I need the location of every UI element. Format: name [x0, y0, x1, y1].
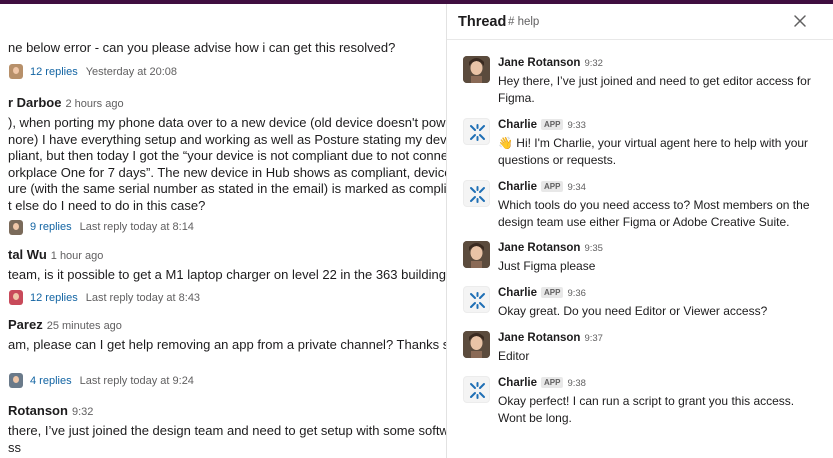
message-header: Rotanson 9:32 [0, 403, 446, 420]
timestamp[interactable]: 9:33 [567, 120, 586, 131]
app-badge: APP [541, 181, 564, 192]
last-reply-time: Last reply today at 8:43 [85, 291, 201, 304]
message-text: 👋 Hi! I'm Charlie, your virtual agent he… [498, 135, 823, 168]
avatar [9, 290, 23, 305]
last-reply-time: Yesterday at 20:08 [85, 65, 178, 78]
message-text: ne below error - can you please advise h… [8, 40, 396, 55]
message-header: Parez 25 minutes ago [0, 317, 446, 334]
message-text: Okay great. Do you need Editor or Viewer… [498, 304, 768, 318]
avatar[interactable] [463, 56, 490, 83]
timestamp[interactable]: 25 minutes ago [47, 320, 122, 332]
message-text: Editor [498, 349, 530, 363]
message-header: r Darboe 2 hours ago [0, 95, 446, 112]
message-header: tal Wu 1 hour ago [0, 247, 446, 264]
timestamp[interactable]: 2 hours ago [65, 98, 123, 110]
thread-channel-link[interactable]: # help [508, 16, 539, 28]
list-item[interactable]: Rotanson 9:32 there, I’ve just joined the… [0, 403, 446, 456]
charlie-logo-icon[interactable] [463, 376, 490, 403]
reply-count-link[interactable]: 12 replies [30, 66, 78, 78]
message-body: Hi! I'm Charlie, your virtual agent here… [498, 136, 809, 167]
app-badge: APP [541, 377, 564, 388]
message-text: Just Figma please [498, 259, 596, 273]
message-text: team, is it possible to get a M1 laptop … [8, 267, 446, 282]
message-text: am, please can I get help removing an ap… [8, 337, 446, 352]
message-text: there, I’ve just joined the design team … [8, 423, 446, 438]
message-text: ss [8, 439, 21, 455]
message-text: t else do I need to do in this case? [8, 197, 206, 213]
message-text: Okay perfect! I can run a script to gran… [498, 394, 795, 425]
thread-replies[interactable]: 4 replies Last reply today at 9:24 [0, 372, 446, 390]
list-item[interactable]: Parez 25 minutes ago am, please can I get… [0, 317, 446, 390]
author-name[interactable]: Jane Rotanson [498, 57, 580, 69]
author-name[interactable]: r Darboe [8, 95, 61, 110]
message-text: Hey there, I’ve just joined and need to … [498, 74, 811, 105]
charlie-logo-icon[interactable] [463, 180, 490, 207]
app-badge: APP [541, 287, 564, 298]
author-name[interactable]: Rotanson [8, 403, 68, 418]
author-name[interactable]: Charlie [498, 377, 537, 389]
author-name[interactable]: Charlie [498, 287, 537, 299]
avatar [9, 219, 23, 235]
thread-replies[interactable]: 9 replies Last reply today at 8:14 [0, 218, 446, 236]
reply-count-link[interactable]: 9 replies [30, 221, 72, 233]
message-text: Which tools do you need access to? Most … [498, 198, 810, 229]
message-text: ure (with the same serial number as stat… [8, 181, 446, 196]
author-name[interactable]: Jane Rotanson [498, 242, 580, 254]
thread-title: Thread [458, 14, 507, 30]
timestamp[interactable]: 9:35 [584, 243, 603, 254]
channel-message-list[interactable]: ne below error - can you please advise h… [0, 4, 446, 458]
message-text: orkplace One for 7 days”. The new device… [8, 164, 446, 180]
author-name[interactable]: Parez [8, 317, 43, 332]
app-badge: APP [541, 119, 564, 130]
timestamp[interactable]: 9:36 [567, 288, 586, 299]
thread-replies[interactable]: 12 replies Last reply today at 8:43 [0, 289, 446, 307]
thread-panel: Thread # help Jane Rotanson 9:32 Hey ther… [447, 4, 833, 458]
charlie-logo-icon[interactable] [463, 118, 490, 145]
timestamp[interactable]: 1 hour ago [51, 250, 104, 262]
list-item[interactable]: tal Wu 1 hour ago team, is it possible to… [0, 247, 446, 307]
charlie-logo-icon[interactable] [463, 286, 490, 313]
timestamp[interactable]: 9:37 [584, 333, 603, 344]
author-name[interactable]: tal Wu [8, 247, 47, 262]
thread-header: Thread # help [447, 4, 833, 40]
timestamp[interactable]: 9:32 [584, 58, 603, 69]
author-name[interactable]: Jane Rotanson [498, 332, 580, 344]
timestamp[interactable]: 9:34 [567, 182, 586, 193]
reply-count-link[interactable]: 4 replies [30, 375, 72, 387]
last-reply-time: Last reply today at 9:24 [79, 374, 194, 387]
message-text: nore) I have everything setup and workin… [8, 131, 446, 147]
list-item[interactable]: r Darboe 2 hours ago ), when porting my p… [0, 95, 446, 236]
thread-replies[interactable]: 12 replies Yesterday at 20:08 [0, 63, 446, 81]
reply-count-link[interactable]: 12 replies [30, 292, 78, 304]
close-icon[interactable] [793, 14, 807, 28]
timestamp[interactable]: 9:32 [72, 406, 93, 418]
avatar [9, 64, 23, 79]
avatar[interactable] [463, 331, 490, 358]
list-item[interactable]: ne below error - can you please advise h… [0, 40, 446, 81]
wave-emoji: 👋 [498, 136, 513, 150]
avatar [9, 373, 23, 388]
avatar[interactable] [463, 241, 490, 268]
author-name[interactable]: Charlie [498, 119, 537, 131]
message-text: ), when porting my phone data over to a … [8, 115, 446, 130]
message-text: pliant, but then today I got the “your d… [8, 148, 446, 163]
timestamp[interactable]: 9:38 [567, 378, 586, 389]
last-reply-time: Last reply today at 8:14 [79, 221, 194, 233]
author-name[interactable]: Charlie [498, 181, 537, 193]
